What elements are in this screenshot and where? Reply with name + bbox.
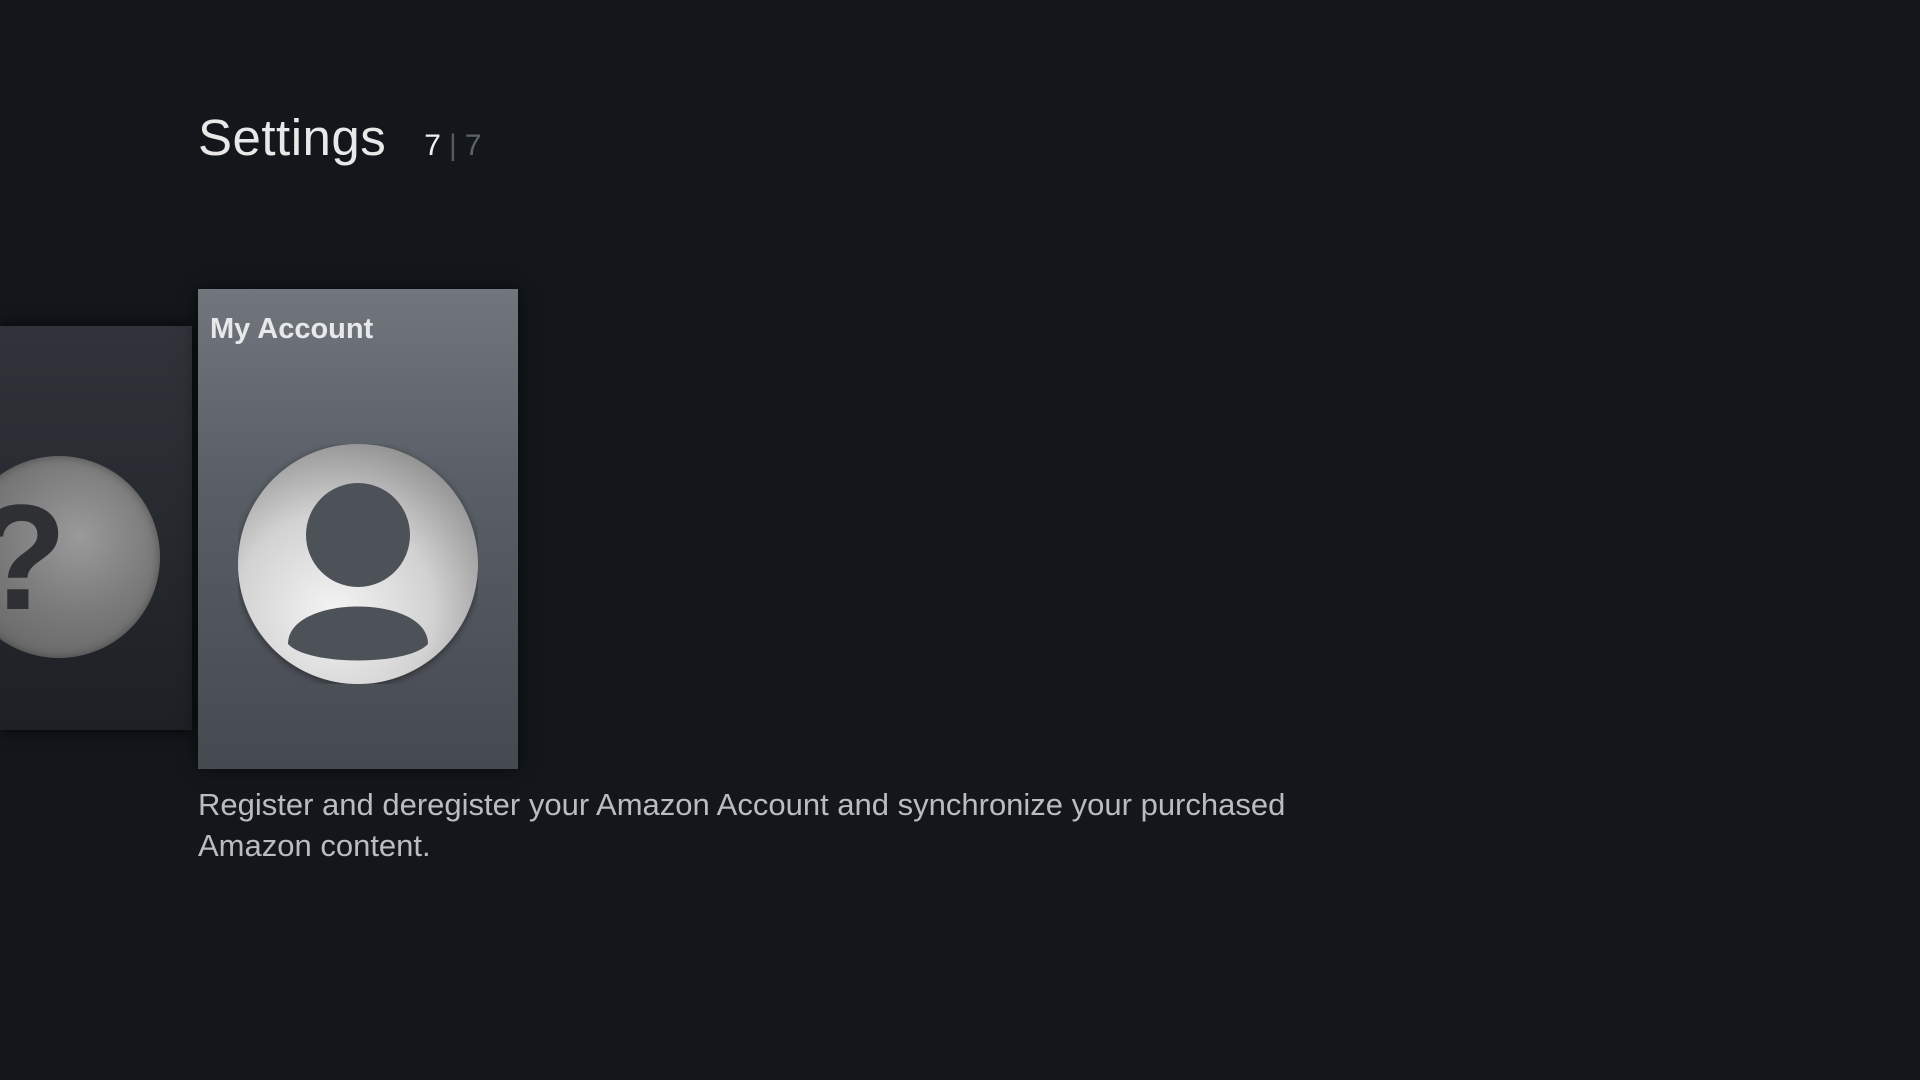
question-mark-glyph: ? [0,462,76,652]
settings-screen: Settings 7 | 7 ? My Account [0,0,1920,1080]
setting-description: Register and deregister your Amazon Acco… [198,787,1286,863]
my-account-card[interactable]: My Account [198,289,518,769]
counter-total: 7 [464,129,482,162]
counter-current: 7 [424,129,441,162]
counter-separator: | [448,129,457,162]
page-header: Settings 7 | 7 [198,108,481,167]
page-title: Settings [198,109,387,166]
user-account-icon [238,444,478,684]
help-card[interactable]: ? [0,326,192,730]
help-question-icon: ? [0,456,160,658]
card-title: My Account [210,313,374,345]
item-counter: 7 | 7 [424,129,481,163]
